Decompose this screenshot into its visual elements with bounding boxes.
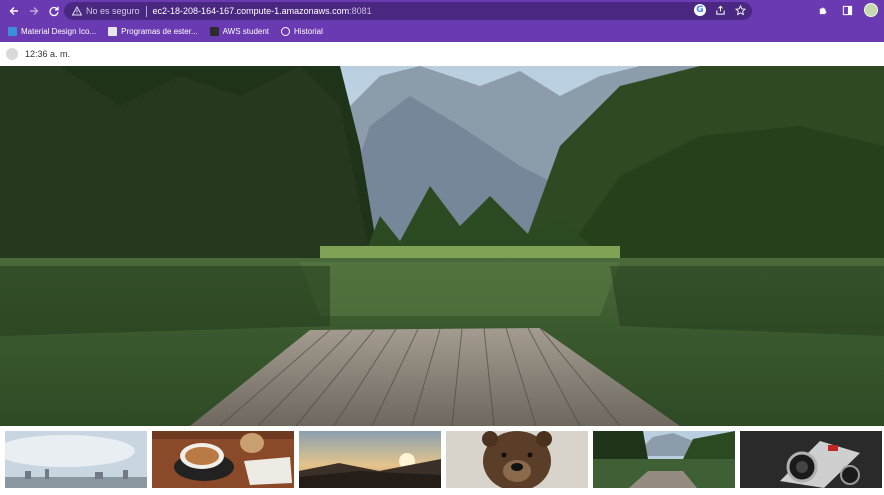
forward-button[interactable] — [24, 1, 44, 21]
puzzle-icon[interactable] — [816, 3, 830, 17]
star-icon[interactable] — [734, 4, 746, 16]
bookmark-material-design[interactable]: Material Design Ico... — [8, 26, 97, 36]
bookmarks-bar: Material Design Ico... Programas de este… — [0, 22, 884, 40]
thumbnail-lake-pier[interactable] — [593, 431, 735, 488]
warning-icon — [72, 6, 82, 16]
reload-icon — [49, 6, 59, 17]
thumbnail-strip — [0, 426, 884, 495]
hero-image — [0, 66, 884, 426]
back-button[interactable] — [4, 1, 24, 21]
reload-button[interactable] — [44, 1, 64, 21]
arrow-right-icon — [30, 7, 39, 15]
divider — [145, 5, 147, 17]
thumbnail-city-skyline[interactable] — [5, 431, 147, 488]
arrow-left-icon — [9, 7, 18, 15]
extensions-area — [816, 3, 878, 17]
bookmark-label: Programas de ester... — [121, 26, 198, 36]
history-icon — [281, 26, 291, 36]
omnibox-actions: G — [694, 4, 746, 16]
thumbnail-coffee-cup[interactable] — [152, 431, 294, 488]
side-panel-icon[interactable] — [840, 3, 854, 17]
profile-avatar[interactable] — [864, 3, 878, 17]
thumbnail-camera[interactable] — [740, 431, 882, 488]
bookmark-historial[interactable]: Historial — [281, 26, 323, 36]
thumbnail-bear[interactable] — [446, 431, 588, 488]
bookmark-programas[interactable]: Programas de ester... — [108, 26, 198, 36]
bookmark-label: AWS student — [222, 26, 270, 36]
thumbnail-sunset-hills[interactable] — [299, 431, 441, 488]
url-port: :8081 — [349, 6, 372, 16]
share-icon[interactable] — [714, 4, 726, 16]
url-host: ec2-18-208-164-167.compute-1.amazonaws.c… — [152, 6, 350, 16]
aws-icon — [209, 26, 219, 36]
google-icon[interactable]: G — [694, 4, 706, 16]
clock-bar: 12:36 a. m. — [0, 42, 884, 66]
material-design-icon — [8, 26, 17, 36]
address-bar[interactable]: No es seguro ec2-18-208-164-167.compute-… — [64, 2, 752, 20]
bookmark-label: Historial — [294, 26, 323, 36]
clock-icon — [6, 48, 18, 60]
current-time: 12:36 a. m. — [25, 49, 71, 59]
bookmark-aws-student[interactable]: AWS student — [209, 26, 270, 36]
bookmark-label: Material Design Ico... — [21, 26, 97, 36]
page-icon — [108, 26, 118, 36]
security-status[interactable]: No es seguro — [86, 6, 140, 16]
browser-toolbar: No es seguro ec2-18-208-164-167.compute-… — [0, 0, 884, 22]
